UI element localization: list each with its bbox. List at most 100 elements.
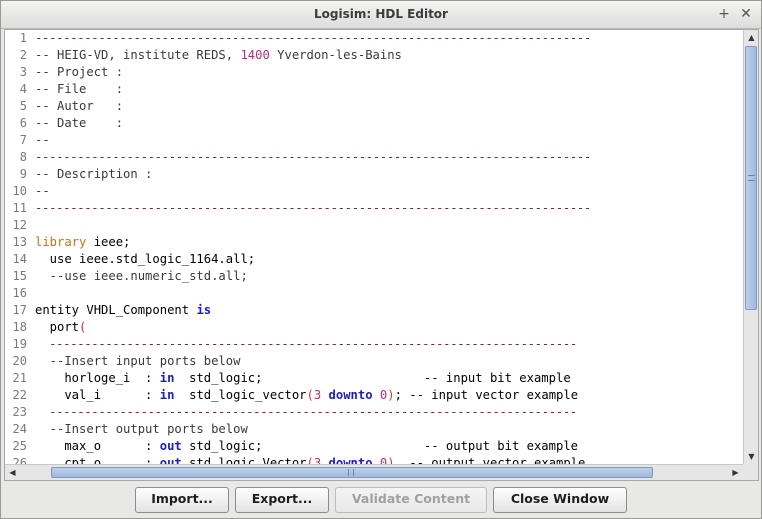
code-token: std_logic; -- input bit example bbox=[174, 371, 571, 385]
code-line[interactable]: ----------------------------------------… bbox=[35, 30, 591, 47]
code-token: ) bbox=[387, 388, 395, 402]
code-line[interactable]: max_o : out std_logic; -- output bit exa… bbox=[35, 438, 578, 455]
line-number: 17 bbox=[12, 303, 27, 317]
horizontal-scroll-thumb[interactable] bbox=[51, 467, 653, 478]
code-line[interactable]: ----------------------------------------… bbox=[35, 336, 577, 353]
code-line[interactable]: -- File : bbox=[35, 81, 123, 98]
horizontal-scrollbar[interactable]: ◀ ▶ bbox=[5, 464, 743, 480]
code-token: ----------------------------------------… bbox=[35, 150, 591, 164]
code-token: ( bbox=[306, 388, 314, 402]
code-token: is bbox=[196, 303, 212, 317]
code-line[interactable]: --use ieee.numeric_std.all; bbox=[35, 268, 248, 285]
line-number: 22 bbox=[12, 388, 27, 402]
code-token: --Insert output ports below bbox=[35, 422, 248, 436]
vertical-scrollbar[interactable]: ▲ ▼ bbox=[743, 30, 758, 464]
line-number: 2 bbox=[19, 48, 27, 62]
code-line[interactable]: horloge_i : in std_logic; -- input bit e… bbox=[35, 370, 571, 387]
scroll-right-icon[interactable]: ▶ bbox=[728, 465, 743, 480]
code-token: in bbox=[159, 388, 175, 402]
code-token: Yverdon-les-Bains bbox=[269, 48, 402, 62]
code-token: ( bbox=[79, 320, 87, 334]
code-line[interactable]: -- bbox=[35, 132, 50, 149]
code-token: use ieee.std_logic_1164.all; bbox=[35, 252, 256, 266]
code-token: ----------------------------------------… bbox=[35, 201, 591, 215]
vertical-scroll-thumb[interactable] bbox=[745, 46, 757, 310]
line-number: 10 bbox=[12, 184, 27, 198]
code-line[interactable]: --Insert output ports below bbox=[35, 421, 248, 438]
line-number: 13 bbox=[12, 235, 27, 249]
grip-icon bbox=[348, 469, 354, 476]
validate-content-button: Validate Content bbox=[335, 487, 487, 513]
line-number: 16 bbox=[12, 286, 27, 300]
button-bar: Import... Export... Validate Content Clo… bbox=[1, 485, 761, 515]
code-token: std_logic_vector bbox=[174, 388, 307, 402]
code-token: port bbox=[35, 320, 80, 334]
code-line[interactable]: -- bbox=[35, 183, 50, 200]
code-line[interactable]: --Insert input ports below bbox=[35, 353, 241, 370]
code-line[interactable]: use ieee.std_logic_1164.all; bbox=[35, 251, 255, 268]
scroll-left-icon[interactable]: ◀ bbox=[5, 465, 20, 480]
line-number: 3 bbox=[19, 65, 27, 79]
code-token: max_o : bbox=[35, 439, 160, 453]
line-number: 5 bbox=[19, 99, 27, 113]
maximize-icon[interactable]: + bbox=[715, 5, 733, 23]
code-token: val_i : bbox=[35, 388, 160, 402]
code-line[interactable]: library ieee; bbox=[35, 234, 130, 251]
close-window-button[interactable]: Close Window bbox=[493, 487, 627, 513]
line-number: 26 bbox=[12, 456, 27, 464]
code-line[interactable]: ----------------------------------------… bbox=[35, 200, 591, 217]
window-title: Logisim: HDL Editor bbox=[314, 7, 448, 21]
line-number: 7 bbox=[19, 133, 27, 147]
code-line[interactable]: -- HEIG-VD, institute REDS, 1400 Yverdon… bbox=[35, 47, 402, 64]
code-editor[interactable]: 1 2 3 4 5 6 7 8 9 10 11 12 13 14 15 16 17 18 19 20 21 22 23 24 2… bbox=[5, 30, 743, 464]
code-line[interactable]: ----------------------------------------… bbox=[35, 149, 591, 166]
code-line[interactable]: -- Autor : bbox=[35, 98, 123, 115]
line-number: 15 bbox=[12, 269, 27, 283]
code-token: -- Description : bbox=[35, 167, 153, 181]
line-number: 8 bbox=[19, 150, 27, 164]
scrollbar-corner bbox=[743, 464, 758, 480]
code-line[interactable]: port( bbox=[35, 319, 87, 336]
scroll-up-icon[interactable]: ▲ bbox=[744, 30, 759, 45]
code-token: -- File : bbox=[35, 82, 124, 96]
code-token: -- Autor : bbox=[35, 99, 124, 113]
code-token: entity VHDL_Component bbox=[35, 303, 197, 317]
code-token: ----------------------------------------… bbox=[35, 31, 591, 45]
code-token: horloge_i : bbox=[35, 371, 160, 385]
code-token: 1400 bbox=[240, 48, 270, 62]
code-token: out bbox=[159, 456, 182, 464]
code-token: ieee; bbox=[86, 235, 131, 249]
line-number: 4 bbox=[19, 82, 27, 96]
code-token: library bbox=[35, 235, 87, 249]
line-number: 18 bbox=[12, 320, 27, 334]
code-token: -- bbox=[35, 184, 50, 198]
import-button[interactable]: Import... bbox=[135, 487, 229, 513]
code-line[interactable]: ----------------------------------------… bbox=[35, 404, 577, 421]
code-token: downto bbox=[328, 388, 373, 402]
code-line[interactable]: -- Date : bbox=[35, 115, 123, 132]
code-token: out bbox=[159, 439, 182, 453]
grip-icon bbox=[748, 175, 755, 181]
code-line[interactable]: entity VHDL_Component is bbox=[35, 302, 211, 319]
code-token: --use ieee.numeric_std.all; bbox=[35, 269, 248, 283]
close-icon[interactable]: ✕ bbox=[737, 5, 755, 23]
code-token: std_logic; -- output bit example bbox=[181, 439, 578, 453]
line-number: 14 bbox=[12, 252, 27, 266]
code-line[interactable]: cpt_o : out std_logic_Vector(3 downto 0)… bbox=[35, 455, 585, 464]
line-number: 12 bbox=[12, 218, 27, 232]
line-number: 21 bbox=[12, 371, 27, 385]
code-line[interactable]: -- Description : bbox=[35, 166, 152, 183]
scroll-down-icon[interactable]: ▼ bbox=[744, 449, 759, 464]
export-button[interactable]: Export... bbox=[235, 487, 329, 513]
code-token: cpt_o : bbox=[35, 456, 160, 464]
line-number: 11 bbox=[12, 201, 27, 215]
code-token: -- output vector example bbox=[394, 456, 586, 464]
code-line[interactable]: -- Project : bbox=[35, 64, 123, 81]
line-number: 20 bbox=[12, 354, 27, 368]
editor-frame: 1 2 3 4 5 6 7 8 9 10 11 12 13 14 15 16 17 18 19 20 21 22 23 24 2… bbox=[4, 29, 759, 481]
code-line[interactable]: val_i : in std_logic_vector(3 downto 0);… bbox=[35, 387, 578, 404]
title-bar[interactable]: Logisim: HDL Editor + ✕ bbox=[1, 1, 761, 29]
